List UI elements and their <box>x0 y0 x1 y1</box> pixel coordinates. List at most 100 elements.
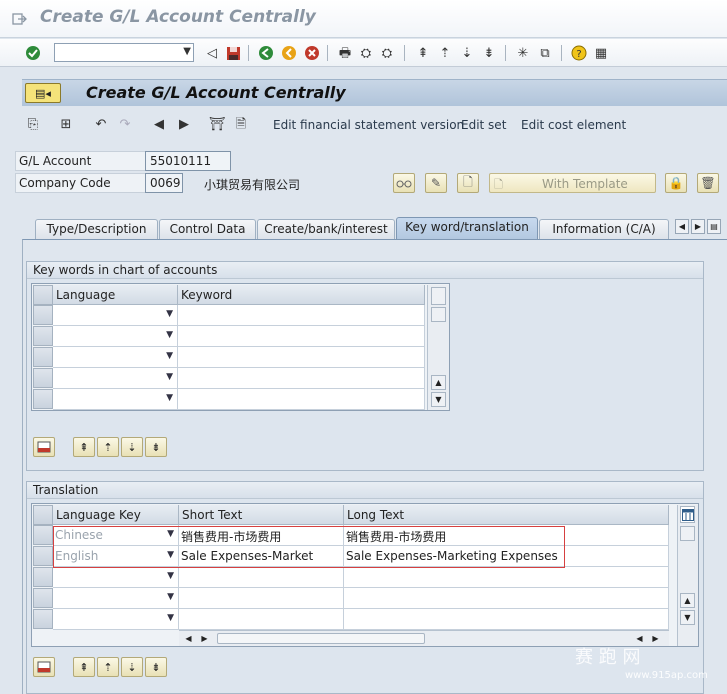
keyword-cell[interactable] <box>178 389 425 410</box>
undo-icon[interactable]: ↶ <box>92 115 110 133</box>
last-page-icon[interactable]: ⇟ <box>145 657 167 677</box>
tab-information-ca[interactable]: Information (C/A) <box>539 219 669 239</box>
row-selector[interactable] <box>33 389 53 409</box>
language-cell[interactable]: ▼ <box>53 389 178 410</box>
language-cell[interactable]: ▼ <box>53 347 178 368</box>
table-settings-icon[interactable] <box>431 287 446 305</box>
vertical-scrollbar[interactable]: ▲ ▼ <box>427 285 449 410</box>
tab-scroll-left-icon[interactable]: ◀ <box>675 219 689 234</box>
edit-cost-element-link[interactable]: Edit cost element <box>521 118 626 132</box>
create-icon[interactable]: 🗋 <box>457 173 479 193</box>
row-selector[interactable] <box>33 588 53 608</box>
chevron-down-icon[interactable]: ▼ <box>166 393 173 403</box>
long-text-cell[interactable] <box>344 567 669 588</box>
edit-set-link[interactable]: Edit set <box>461 118 506 132</box>
next-icon[interactable]: ▶ <box>175 115 193 133</box>
chevron-down-icon[interactable]: ▼ <box>167 613 174 623</box>
long-text-cell[interactable] <box>344 609 669 630</box>
redo-icon[interactable]: ↷ <box>116 115 134 133</box>
where-used-icon[interactable]: ⛩ <box>208 115 226 133</box>
gl-account-field[interactable]: 55010111 <box>145 151 231 171</box>
find-icon[interactable]: ⛭ <box>357 44 375 62</box>
chevron-down-icon[interactable]: ▼ <box>167 592 174 602</box>
display-change-icon[interactable]: ⎘ <box>24 115 42 133</box>
tab-type-description[interactable]: Type/Description <box>35 219 158 239</box>
chevron-down-icon[interactable]: ▼ <box>166 372 173 382</box>
tab-key-word-translation[interactable]: Key word/translation <box>396 217 538 239</box>
with-template-button[interactable]: 🗋 With Template <box>489 173 656 193</box>
layout-icon[interactable]: ▦ <box>592 44 610 62</box>
scroll-up-icon[interactable]: ▲ <box>680 593 695 608</box>
exit-icon[interactable] <box>280 44 298 62</box>
prev-page-icon[interactable]: ⇡ <box>97 657 119 677</box>
next-page-icon[interactable]: ⇣ <box>121 657 143 677</box>
language-key-cell[interactable]: ▼ <box>53 567 179 588</box>
details-icon[interactable] <box>33 437 55 457</box>
help-icon[interactable]: ? <box>570 44 588 62</box>
keyword-cell[interactable] <box>178 368 425 389</box>
language-key-cell[interactable]: ▼ <box>53 609 179 630</box>
column-header-language-key[interactable]: Language Key <box>53 505 179 525</box>
next-page-icon[interactable]: ⇣ <box>121 437 143 457</box>
prev-page-icon[interactable]: ⇡ <box>436 44 454 62</box>
row-selector[interactable] <box>33 546 53 566</box>
row-selector[interactable] <box>33 609 53 629</box>
chevron-down-icon[interactable]: ▼ <box>183 46 191 57</box>
column-header-short-text[interactable]: Short Text <box>179 505 344 525</box>
tab-control-data[interactable]: Control Data <box>159 219 256 239</box>
scroll-down-icon[interactable]: ▼ <box>680 610 695 625</box>
long-text-cell[interactable] <box>344 588 669 609</box>
back-arrow-icon[interactable]: ◁ <box>203 44 221 62</box>
table-layout-icon[interactable] <box>680 506 695 523</box>
scroll-right-icon[interactable]: ▶ <box>197 631 212 646</box>
save-icon[interactable] <box>224 44 242 62</box>
cancel-icon[interactable] <box>303 44 321 62</box>
shortcut-icon[interactable]: ⧉ <box>536 44 554 62</box>
menu-icon[interactable]: ▤◂ <box>25 83 61 103</box>
hierarchy-icon[interactable]: ⊞ <box>57 115 75 133</box>
scroll-left-icon[interactable]: ◀ <box>181 631 196 646</box>
scroll-down-icon[interactable]: ▼ <box>431 392 446 407</box>
first-page-icon[interactable]: ⇞ <box>414 44 432 62</box>
edit-fs-version-link[interactable]: Edit financial statement version <box>273 118 464 132</box>
keyword-cell[interactable] <box>178 326 425 347</box>
row-selector[interactable] <box>33 305 53 325</box>
pencil-icon[interactable]: ✎ <box>425 173 447 193</box>
company-code-field[interactable]: 0069 <box>145 173 183 193</box>
column-header-keyword[interactable]: Keyword <box>178 285 425 305</box>
short-text-cell[interactable] <box>179 588 344 609</box>
scroll-up-icon[interactable]: ▲ <box>431 375 446 390</box>
first-page-icon[interactable]: ⇞ <box>73 437 95 457</box>
row-selector[interactable] <box>33 525 53 545</box>
chevron-down-icon[interactable]: ▼ <box>167 571 174 581</box>
tab-list-icon[interactable]: ▤ <box>707 219 721 234</box>
row-selector[interactable] <box>33 567 53 587</box>
column-header-language[interactable]: Language <box>53 285 178 305</box>
next-page-icon[interactable]: ⇣ <box>458 44 476 62</box>
first-page-icon[interactable]: ⇞ <box>73 657 95 677</box>
command-field[interactable]: ▼ <box>54 43 194 62</box>
glasses-icon[interactable] <box>393 173 415 193</box>
last-page-icon[interactable]: ⇟ <box>145 437 167 457</box>
document-icon[interactable]: 🗎 <box>232 115 250 133</box>
scroll-thumb[interactable] <box>217 633 425 644</box>
select-all-icon[interactable] <box>33 285 53 305</box>
column-header-long-text[interactable]: Long Text <box>344 505 669 525</box>
row-selector[interactable] <box>33 326 53 346</box>
short-text-cell[interactable] <box>179 609 344 630</box>
scroll-right-icon[interactable]: ▶ <box>648 631 663 646</box>
new-session-icon[interactable]: ✳ <box>514 44 532 62</box>
chevron-down-icon[interactable]: ▼ <box>166 309 173 319</box>
tab-create-bank-interest[interactable]: Create/bank/interest <box>257 219 395 239</box>
language-cell[interactable]: ▼ <box>53 305 178 326</box>
chevron-down-icon[interactable]: ▼ <box>166 351 173 361</box>
details-icon[interactable] <box>33 657 55 677</box>
short-text-cell[interactable] <box>179 567 344 588</box>
chevron-down-icon[interactable]: ▼ <box>166 330 173 340</box>
row-selector[interactable] <box>33 347 53 367</box>
keyword-cell[interactable] <box>178 347 425 368</box>
last-page-icon[interactable]: ⇟ <box>480 44 498 62</box>
print-icon[interactable]: 🖶 <box>336 44 354 62</box>
scroll-thumb[interactable] <box>431 307 446 322</box>
back-icon[interactable] <box>257 44 275 62</box>
